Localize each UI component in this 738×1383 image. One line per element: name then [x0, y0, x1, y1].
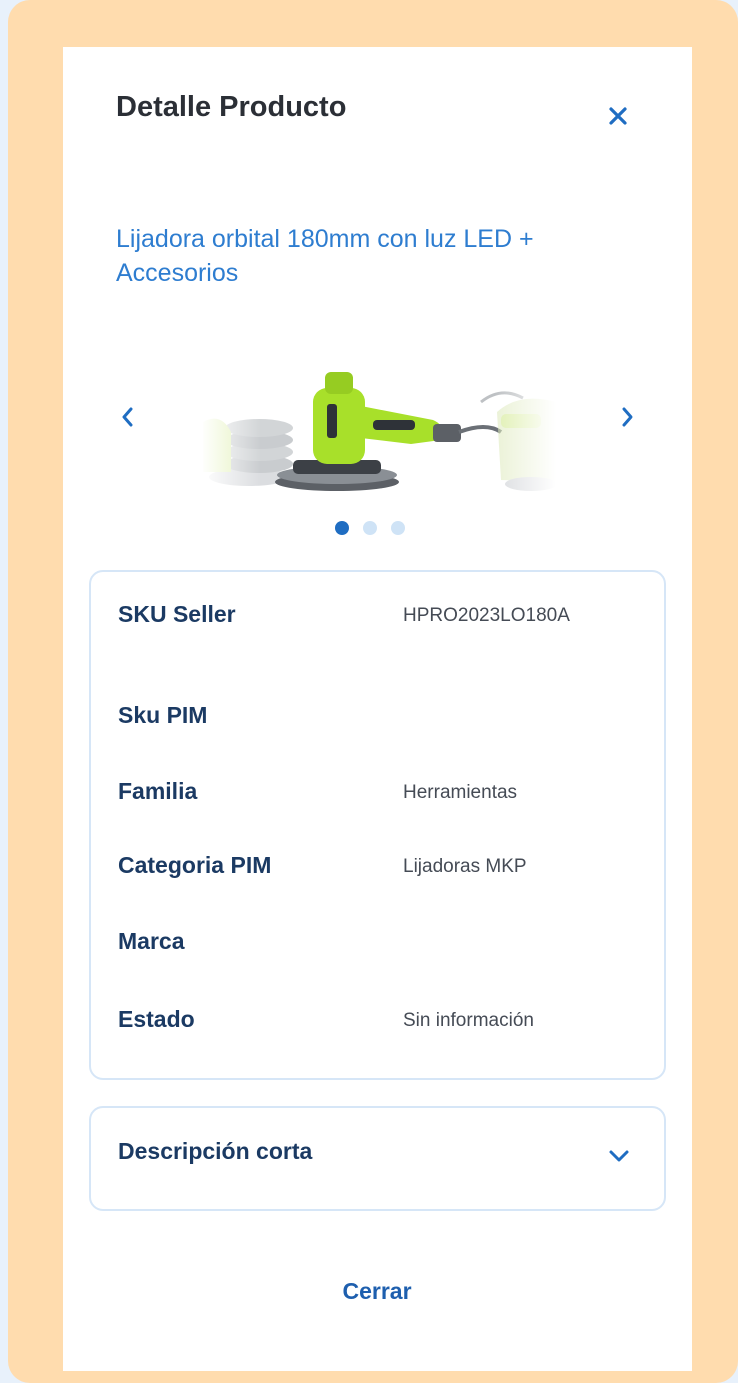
info-value: Sin información: [403, 1010, 534, 1031]
outer-frame: Detalle Producto Lijadora orbital 180mm …: [8, 0, 738, 1383]
carousel-next-button[interactable]: [610, 397, 644, 437]
info-label: Marca: [118, 928, 185, 954]
chevron-left-icon: [122, 407, 133, 427]
chevron-down-icon: [605, 1142, 633, 1170]
info-value: HPRO2023LO180A: [403, 605, 570, 626]
info-row-estado: Estado Sin información: [91, 1006, 664, 1046]
product-detail-modal: Detalle Producto Lijadora orbital 180mm …: [63, 47, 692, 1371]
info-row-marca: Marca: [91, 928, 664, 968]
product-image-carousel[interactable]: [201, 362, 556, 497]
carousel-dots: [335, 521, 405, 535]
info-label: Familia: [118, 778, 198, 804]
carousel-dot-3[interactable]: [391, 521, 405, 535]
carousel-prev-button[interactable]: [111, 397, 145, 437]
product-images: [201, 362, 556, 497]
product-info-card: SKU Seller HPRO2023LO180A Sku PIM Famili…: [89, 570, 666, 1080]
close-button[interactable]: [601, 99, 635, 133]
info-row-sku-seller: SKU Seller HPRO2023LO180A: [91, 601, 664, 641]
info-label: Estado: [118, 1006, 195, 1032]
info-row-familia: Familia Herramientas: [91, 778, 664, 818]
info-row-categoria-pim: Categoria PIM Lijadoras MKP: [91, 852, 664, 892]
info-value: Lijadoras MKP: [403, 856, 527, 877]
carousel-dot-2[interactable]: [363, 521, 377, 535]
modal-title: Detalle Producto: [116, 91, 347, 123]
carousel-dot-1[interactable]: [335, 521, 349, 535]
close-footer-button[interactable]: Cerrar: [277, 1278, 477, 1318]
chevron-right-icon: [622, 407, 633, 427]
short-description-label: Descripción corta: [118, 1138, 313, 1164]
info-label: SKU Seller: [118, 601, 236, 627]
info-label: Sku PIM: [118, 702, 208, 728]
close-icon: [609, 107, 627, 125]
info-label: Categoria PIM: [118, 852, 272, 878]
info-value: Herramientas: [403, 782, 518, 803]
short-description-accordion[interactable]: Descripción corta: [89, 1106, 666, 1211]
product-image-main: [275, 372, 503, 491]
info-row-sku-pim: Sku PIM: [91, 702, 664, 742]
product-name: Lijadora orbital 180mm con luz LED + Acc…: [116, 225, 534, 287]
